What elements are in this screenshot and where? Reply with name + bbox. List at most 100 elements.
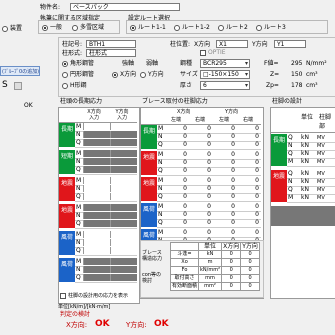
fixed-checkbox[interactable] [200,50,206,56]
route-1-2-radio[interactable] [174,25,180,31]
brace-stress-cell[interactable]: 0 [213,185,235,193]
strong-x-radio[interactable] [112,72,118,78]
brace-stress-cell[interactable]: 0 [213,193,235,201]
brace-stress-cell[interactable]: 0 [165,211,187,219]
brace-stress-cell[interactable]: 0 [237,185,259,193]
thick-select[interactable]: 6 [200,81,250,90]
brace-stress-cell[interactable]: 0 [189,193,211,201]
col-stress-cell[interactable] [83,258,110,265]
strong-y-radio[interactable] [140,72,146,78]
col-stress-cell[interactable] [110,258,137,265]
brace-stress-cell[interactable]: 0 [189,125,211,133]
col-stress-cell[interactable] [83,247,110,254]
col-stress-cell[interactable] [83,266,110,273]
property-name-field[interactable]: ベースパック [70,3,180,11]
col-stress-cell[interactable] [110,158,137,165]
brace-stress-cell[interactable]: 0 [237,219,259,227]
col-stress-cell[interactable] [110,212,137,219]
region-general-radio[interactable] [42,25,48,31]
brace-stress-cell[interactable]: 0 [165,167,187,175]
col-stress-cell[interactable] [83,185,110,192]
col-stress-cell[interactable] [83,158,110,165]
show-base-stress-checkbox[interactable] [60,293,66,299]
route-3-radio[interactable] [256,25,262,31]
brace-stress-cell[interactable]: 0 [237,151,259,159]
brace-stress-cell[interactable]: 0 [189,219,211,227]
col-stress-cell[interactable] [110,247,137,254]
brace-stress-cell[interactable]: 0 [165,125,187,133]
brace-stress-cell[interactable]: 0 [237,229,259,237]
col-stress-cell[interactable] [83,274,110,281]
brace-stress-cell[interactable]: 0 [189,203,211,211]
shape-round-radio[interactable] [62,72,68,78]
brace-stress-cell[interactable]: 0 [165,151,187,159]
region-snow-radio[interactable] [72,25,78,31]
col-stress-cell[interactable] [83,123,110,130]
col-spec-field[interactable]: 柱形式 [86,49,136,57]
col-stress-cell[interactable] [83,193,110,200]
col-stress-cell[interactable] [83,220,110,227]
brace-stress-cell[interactable]: 0 [165,133,187,141]
brace-stress-cell[interactable]: 0 [213,211,235,219]
equipment-radio[interactable] [2,26,8,32]
brace-stress-cell[interactable]: 0 [165,159,187,167]
brace-stress-cell[interactable]: 0 [213,133,235,141]
brace-stress-cell[interactable]: 0 [189,151,211,159]
brace-stress-cell[interactable]: 0 [189,185,211,193]
brace-stress-cell[interactable]: 0 [165,193,187,201]
col-stress-cell[interactable] [83,212,110,219]
brace-stress-cell[interactable]: 0 [213,219,235,227]
pos-x-field[interactable]: X1 [216,40,248,48]
col-stress-cell[interactable] [83,231,110,238]
col-stress-cell[interactable] [83,139,110,146]
brace-stress-cell[interactable]: 0 [237,125,259,133]
col-stress-cell[interactable] [110,204,137,211]
brace-stress-cell[interactable]: 0 [189,177,211,185]
brace-stress-cell[interactable]: 0 [189,211,211,219]
brace-stress-cell[interactable]: 0 [165,229,187,237]
brace-stress-cell[interactable]: 0 [237,133,259,141]
col-stress-cell[interactable] [110,239,137,246]
col-stress-cell[interactable] [110,139,137,146]
brace-stress-cell[interactable]: 0 [189,167,211,175]
col-stress-cell[interactable] [110,150,137,157]
shape-square-radio[interactable] [62,61,68,67]
brace-stress-cell[interactable]: 0 [237,193,259,201]
col-stress-cell[interactable] [110,123,137,130]
brace-stress-cell[interactable]: 0 [189,133,211,141]
brace-stress-cell[interactable]: 0 [213,167,235,175]
col-stress-cell[interactable] [110,231,137,238]
brace-stress-cell[interactable]: 0 [213,125,235,133]
brace-stress-cell[interactable]: 0 [237,167,259,175]
brace-stress-cell[interactable]: 0 [213,229,235,237]
col-stress-cell[interactable] [110,131,137,138]
col-stress-cell[interactable] [110,166,137,173]
brace-stress-cell[interactable]: 0 [213,159,235,167]
brace-stress-cell[interactable]: 0 [213,141,235,149]
brace-stress-cell[interactable]: 0 [165,185,187,193]
col-stress-cell[interactable] [110,177,137,184]
material-select[interactable]: BCR295 [200,59,250,68]
col-stress-cell[interactable] [83,177,110,184]
shape-h-radio[interactable] [62,83,68,89]
route-1-1-radio[interactable] [130,25,136,31]
brace-stress-cell[interactable]: 0 [237,159,259,167]
pos-y-field[interactable]: Y1 [274,40,306,48]
brace-stress-cell[interactable]: 0 [165,219,187,227]
brace-stress-cell[interactable]: 0 [237,177,259,185]
col-stress-cell[interactable] [83,204,110,211]
brace-stress-cell[interactable]: 0 [189,141,211,149]
brace-stress-cell[interactable]: 0 [213,151,235,159]
brace-stress-cell[interactable]: 0 [237,203,259,211]
col-name-field[interactable]: BTH1 [86,40,136,48]
col-stress-cell[interactable] [110,185,137,192]
brace-stress-cell[interactable]: 0 [189,159,211,167]
col-stress-cell[interactable] [83,239,110,246]
col-stress-cell[interactable] [110,274,137,281]
brace-stress-cell[interactable]: 0 [213,203,235,211]
col-stress-cell[interactable] [83,166,110,173]
brace-stress-cell[interactable]: 0 [237,141,259,149]
size-select[interactable]: □-150×150 [200,70,250,79]
col-stress-cell[interactable] [110,266,137,273]
left-tab[interactable]: (ﾌﾞﾙｰﾌﾟ0の追加) [0,66,40,76]
